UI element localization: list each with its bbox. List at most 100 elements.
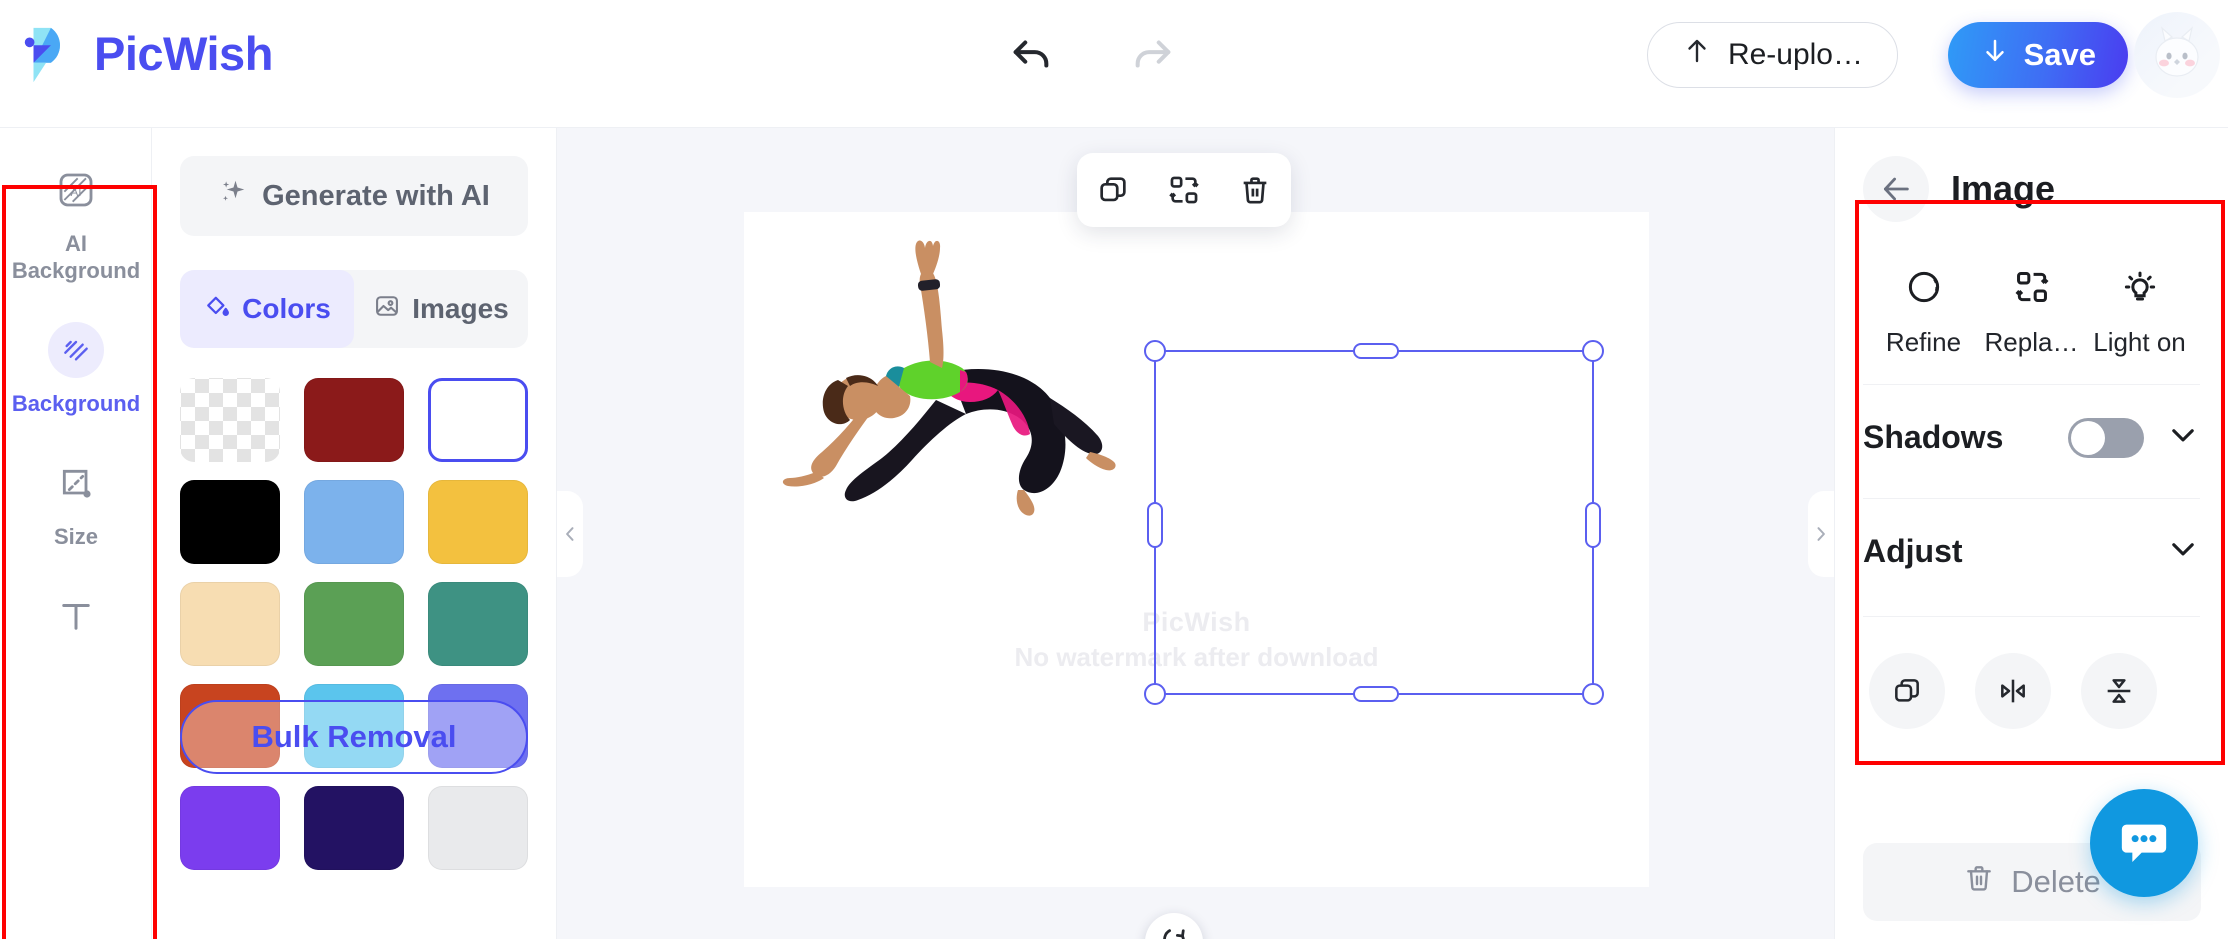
flip-horizontal-icon[interactable] — [1975, 653, 2051, 729]
trash-icon — [1963, 862, 1995, 902]
sparkle-icon — [218, 177, 248, 215]
light-on-label: Light on — [2093, 327, 2186, 357]
color-swatch-light-gray[interactable] — [428, 786, 528, 870]
color-swatch-transparent[interactable] — [180, 378, 280, 462]
resize-handle-top[interactable] — [1353, 343, 1399, 359]
color-swatch-cream[interactable] — [180, 582, 280, 666]
save-label: Save — [2023, 37, 2096, 72]
image-tool-row: Refine Repla… Light on — [1863, 268, 2200, 358]
duplicate-icon[interactable] — [1086, 163, 1140, 217]
resize-handle-br[interactable] — [1582, 683, 1604, 705]
resize-crop-icon — [48, 455, 104, 511]
logo[interactable]: PicWish — [18, 22, 273, 84]
color-swatch-teal[interactable] — [428, 582, 528, 666]
upload-arrow-icon — [1682, 36, 1712, 74]
svg-text:AI: AI — [70, 186, 81, 199]
delete-label: Delete — [2011, 864, 2101, 899]
adjust-label: Adjust — [1863, 533, 1963, 569]
color-swatch-yellow[interactable] — [428, 480, 528, 564]
replace-button[interactable]: Repla… — [1979, 268, 2084, 358]
delete-icon[interactable] — [1228, 163, 1282, 217]
sidebar-item-ai-background[interactable]: AI AI Background — [0, 140, 152, 300]
canvas-area[interactable]: PicWish No watermark after download — [557, 128, 1834, 939]
adjust-row[interactable]: Adjust — [1863, 498, 2200, 586]
chevron-down-icon[interactable] — [2166, 418, 2200, 457]
object-actions-row — [1863, 616, 2200, 729]
avatar[interactable] — [2134, 12, 2220, 98]
lightbulb-icon — [2121, 268, 2159, 311]
sidebar-item-label: AI — [65, 231, 87, 256]
refine-icon — [1905, 268, 1943, 311]
color-swatch-light-blue[interactable] — [304, 480, 404, 564]
color-swatch-dark-red[interactable] — [304, 378, 404, 462]
color-swatch-black[interactable] — [180, 480, 280, 564]
rotate-icon — [1159, 925, 1189, 939]
background-panel: Generate with AI Colors Images — [152, 128, 557, 939]
back-button[interactable] — [1863, 156, 1929, 222]
picwish-logo-icon — [18, 22, 80, 84]
redo-arrow-icon[interactable] — [1127, 28, 1179, 80]
color-swatch-green[interactable] — [304, 582, 404, 666]
left-rail: AI AI Background Background Size — [0, 128, 152, 939]
bunny-avatar-icon — [2145, 21, 2209, 90]
subject-photo[interactable] — [754, 222, 1174, 562]
color-swatch-purple[interactable] — [180, 786, 280, 870]
light-on-button[interactable]: Light on — [2087, 268, 2192, 358]
resize-handle-tl[interactable] — [1144, 340, 1166, 362]
resize-handle-left[interactable] — [1147, 502, 1163, 548]
resize-handle-tr[interactable] — [1582, 340, 1604, 362]
color-swatch-white[interactable] — [428, 378, 528, 462]
rotate-handle[interactable] — [1145, 913, 1203, 939]
back-arrow-icon — [1883, 177, 1909, 201]
resize-handle-right[interactable] — [1585, 502, 1601, 548]
ai-background-icon: AI — [48, 162, 104, 218]
background-source-tabs: Colors Images — [180, 270, 528, 348]
bulk-removal-button[interactable]: Bulk Removal — [180, 700, 528, 774]
logo-text: PicWish — [94, 26, 273, 80]
sidebar-item-label2: Background — [11, 258, 141, 283]
page-title: Image — [1951, 168, 2056, 209]
chevron-right-icon — [1817, 527, 1825, 541]
shadows-row[interactable]: Shadows — [1863, 384, 2200, 472]
object-float-toolbar — [1077, 153, 1291, 227]
sidebar-item-size[interactable]: Size — [0, 433, 152, 566]
chevron-left-icon — [566, 527, 574, 541]
panel-header: Image — [1863, 128, 2200, 222]
shadows-label: Shadows — [1863, 419, 2004, 455]
color-swatch-navy[interactable] — [304, 786, 404, 870]
chat-support-button[interactable] — [2090, 789, 2198, 897]
chat-bubble-icon — [2116, 813, 2172, 874]
tab-colors-label: Colors — [242, 293, 331, 324]
background-stripes-icon — [48, 322, 104, 378]
replace-icon[interactable] — [1157, 163, 1211, 217]
text-t-icon — [48, 588, 104, 644]
collapse-right-panel-handle[interactable] — [1808, 491, 1834, 577]
undo-arrow-icon[interactable] — [1005, 28, 1057, 80]
sidebar-item-label: Background — [11, 391, 141, 416]
resize-handle-bottom[interactable] — [1353, 686, 1399, 702]
generate-with-ai-button[interactable]: Generate with AI — [180, 156, 528, 236]
color-swatch-grid — [180, 378, 528, 870]
duplicate-icon[interactable] — [1869, 653, 1945, 729]
tab-colors[interactable]: Colors — [180, 270, 354, 348]
sidebar-item-text[interactable] — [0, 566, 152, 672]
collapse-left-panel-handle[interactable] — [557, 491, 583, 577]
shadows-toggle[interactable] — [2068, 417, 2144, 458]
replace-label: Repla… — [1984, 327, 2079, 357]
download-arrow-icon — [1980, 36, 2010, 74]
generate-with-ai-label: Generate with AI — [262, 179, 490, 212]
replace-icon — [2013, 268, 2051, 311]
resize-handle-bl[interactable] — [1144, 683, 1166, 705]
reupload-button[interactable]: Re-uplo… — [1646, 22, 1898, 88]
chevron-down-icon[interactable] — [2166, 532, 2200, 571]
refine-button[interactable]: Refine — [1871, 268, 1976, 358]
save-button[interactable]: Save — [1947, 22, 2128, 88]
bulk-removal-label: Bulk Removal — [251, 719, 457, 754]
app-header: PicWish Re-uplo… Save — [0, 0, 2228, 128]
flip-vertical-icon[interactable] — [2081, 653, 2157, 729]
image-icon — [373, 292, 401, 327]
tab-images[interactable]: Images — [354, 270, 528, 348]
selection-box[interactable] — [1144, 340, 1604, 705]
sidebar-item-background[interactable]: Background — [0, 300, 152, 433]
artboard[interactable]: PicWish No watermark after download — [744, 212, 1649, 887]
